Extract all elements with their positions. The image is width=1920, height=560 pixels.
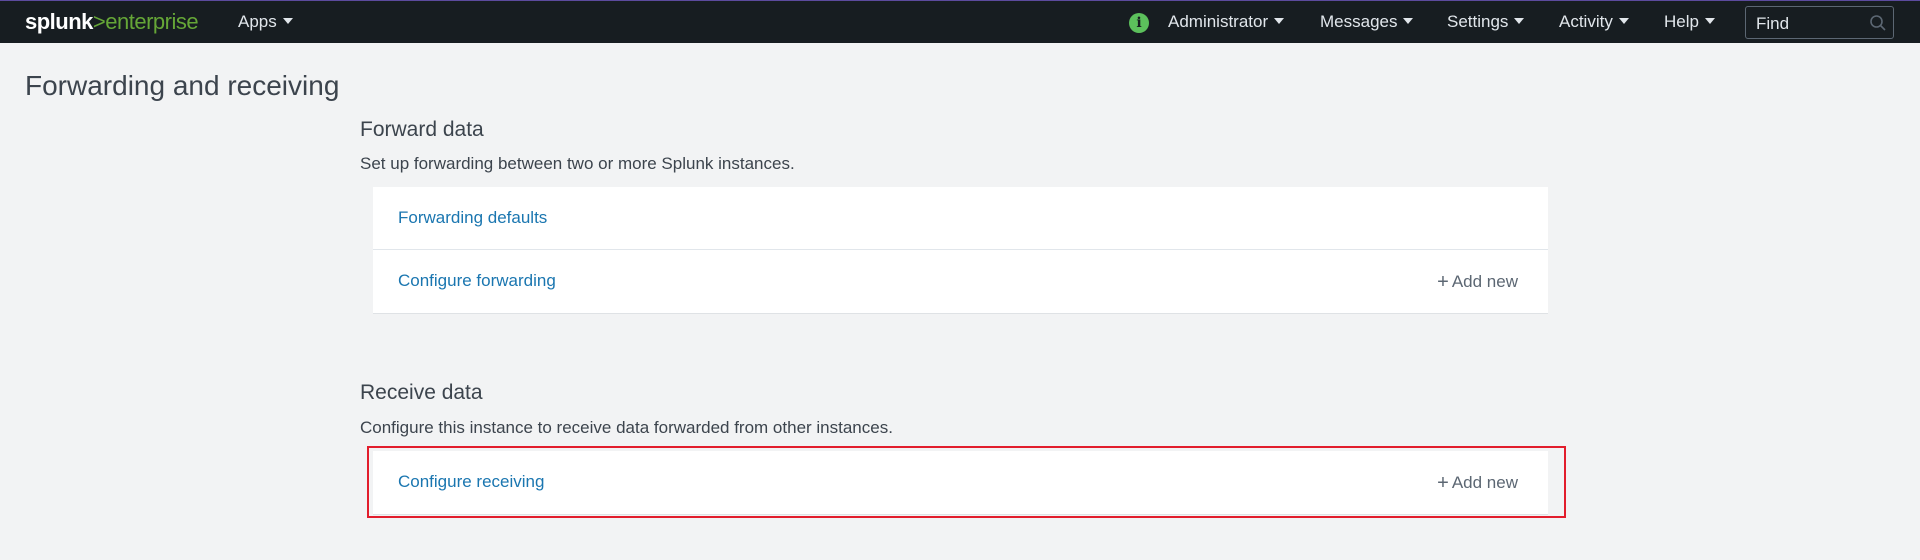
forward-data-card: Forwarding defaults Configure forwarding…	[373, 187, 1548, 314]
add-new-forwarding-button[interactable]: + Add new	[1437, 270, 1518, 293]
apps-menu[interactable]: Apps	[238, 12, 293, 32]
settings-menu[interactable]: Settings	[1447, 12, 1525, 32]
messages-menu-label: Messages	[1320, 12, 1398, 31]
configure-receiving-link[interactable]: Configure receiving	[398, 472, 544, 492]
chevron-down-icon	[1274, 17, 1285, 24]
logo-word: splunk	[25, 9, 93, 34]
add-new-label: Add new	[1451, 272, 1518, 291]
splunk-logo[interactable]: splunk>enterprise	[25, 9, 199, 35]
forward-data-description: Set up forwarding between two or more Sp…	[360, 154, 795, 173]
find-input[interactable]	[1746, 7, 1868, 40]
receive-data-title: Receive data	[360, 381, 483, 404]
receive-data-card: Configure receiving + Add new	[373, 451, 1548, 515]
messages-menu[interactable]: Messages	[1320, 12, 1414, 32]
settings-menu-label: Settings	[1447, 12, 1509, 31]
page-title: Forwarding and receiving	[25, 70, 340, 101]
find-box	[1745, 6, 1894, 40]
list-item: Configure receiving + Add new	[373, 451, 1548, 514]
add-new-receiving-button[interactable]: + Add new	[1437, 471, 1518, 494]
configure-forwarding-link[interactable]: Configure forwarding	[398, 271, 556, 291]
chevron-down-icon	[1403, 17, 1414, 24]
activity-menu-label: Activity	[1559, 12, 1613, 31]
forwarding-defaults-link[interactable]: Forwarding defaults	[398, 208, 547, 228]
info-icon[interactable]: i	[1129, 13, 1149, 33]
help-menu[interactable]: Help	[1664, 12, 1715, 32]
apps-menu-label: Apps	[238, 12, 277, 31]
chevron-down-icon	[282, 17, 293, 24]
plus-icon: +	[1437, 472, 1449, 494]
chevron-down-icon	[1514, 17, 1525, 24]
chevron-down-icon	[1704, 17, 1715, 24]
top-navigation-bar: splunk>enterprise Apps i Administrator M…	[0, 0, 1920, 43]
chevron-down-icon	[1618, 17, 1629, 24]
receive-data-description: Configure this instance to receive data …	[360, 418, 893, 437]
administrator-menu-label: Administrator	[1168, 12, 1269, 31]
forward-data-title: Forward data	[360, 118, 484, 141]
list-item: Configure forwarding + Add new	[373, 250, 1548, 313]
search-icon[interactable]	[1869, 14, 1887, 32]
help-menu-label: Help	[1664, 12, 1699, 31]
activity-menu[interactable]: Activity	[1559, 12, 1629, 32]
administrator-menu[interactable]: Administrator	[1168, 12, 1285, 32]
plus-icon: +	[1437, 271, 1449, 293]
add-new-label: Add new	[1451, 473, 1518, 492]
logo-arrow: >	[92, 9, 106, 34]
logo-product: enterprise	[105, 9, 199, 34]
list-item: Forwarding defaults	[373, 187, 1548, 250]
